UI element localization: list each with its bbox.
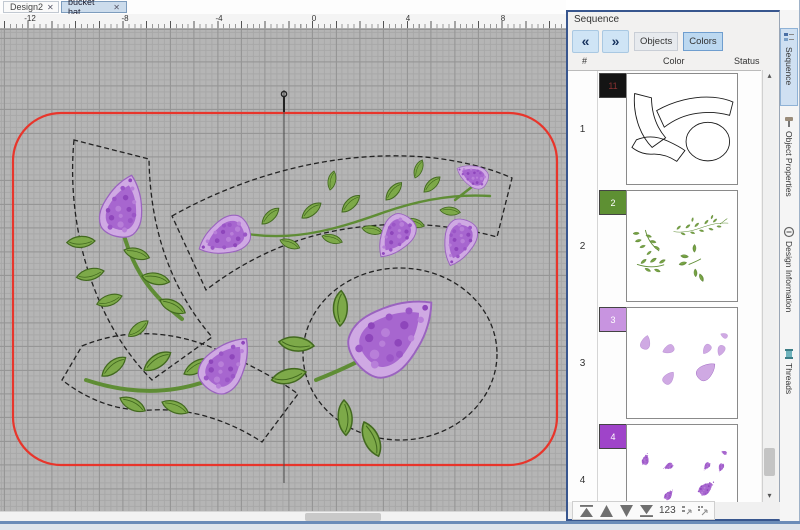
- docker-tab-object-properties[interactable]: Object Properties: [780, 112, 798, 216]
- color-chip[interactable]: 4: [599, 424, 627, 449]
- resequence-by-number-button[interactable]: 123: [659, 505, 676, 516]
- sequence-footer-toolbar: 123: [568, 501, 782, 520]
- column-number: #: [582, 56, 588, 66]
- sequence-row-4[interactable]: 4 4: [568, 422, 761, 503]
- sequence-toolbar: « » Objects Colors: [572, 29, 723, 53]
- move-to-end-button[interactable]: [639, 504, 654, 517]
- threads-icon: [785, 349, 793, 359]
- application-window: Design2 ✕ bucket hat ✕ -12 -8 -4 0 4 8 S…: [0, 0, 800, 530]
- view-toggle-colors[interactable]: Colors: [683, 31, 723, 51]
- color-chip[interactable]: 2: [599, 190, 627, 215]
- ruler-label: -8: [121, 14, 129, 23]
- move-up-button[interactable]: [599, 504, 614, 517]
- sequence-row-3[interactable]: 3 3: [568, 305, 761, 423]
- resequence-by-selects-icon[interactable]: [681, 505, 692, 516]
- docker-tab-label: Sequence: [784, 47, 794, 86]
- docker-tab-threads[interactable]: Threads: [780, 344, 798, 408]
- row-thumbnail[interactable]: [626, 424, 738, 503]
- docker-tab-label: Threads: [784, 363, 794, 395]
- scroll-down-icon[interactable]: ▾: [763, 490, 776, 502]
- sequence-row-2[interactable]: 2 2: [568, 188, 761, 306]
- design-canvas[interactable]: [0, 28, 566, 511]
- move-down-button[interactable]: [619, 504, 634, 517]
- scrollbar-thumb[interactable]: [764, 448, 775, 476]
- ruler-label: -12: [24, 14, 36, 23]
- panel-title: Sequence: [574, 14, 620, 25]
- tab-design2[interactable]: Design2 ✕: [3, 1, 59, 13]
- row-number: 3: [568, 305, 598, 422]
- row-thumbnail[interactable]: [626, 73, 738, 185]
- ruler-label: 4: [405, 14, 411, 23]
- ruler-label: 8: [500, 14, 506, 23]
- design-information-icon: [783, 226, 795, 238]
- column-color: Color: [663, 56, 685, 66]
- ruler-label: 0: [311, 14, 317, 23]
- row-thumbnail[interactable]: [626, 307, 738, 419]
- sequence-panel: Sequence « » Objects Colors # Color Stat…: [566, 10, 782, 521]
- color-chip[interactable]: 3: [599, 307, 627, 332]
- resequence-by-color-icon[interactable]: [697, 505, 708, 516]
- object-properties-icon: [785, 117, 793, 127]
- sequence-column-headers: # Color Status: [568, 56, 779, 69]
- column-status: Status: [734, 56, 760, 66]
- color-chip[interactable]: 11: [599, 73, 627, 98]
- sequence-row-1[interactable]: 1 11: [568, 71, 761, 189]
- sequence-list: 1 11 2 2 3 3 4 4: [568, 70, 761, 503]
- row-number: 4: [568, 422, 598, 503]
- tab-design2-label: Design2: [10, 2, 44, 12]
- close-icon[interactable]: ✕: [47, 3, 54, 12]
- ruler-label: -4: [215, 14, 223, 23]
- document-tabbar: Design2 ✕ bucket hat ✕: [0, 0, 566, 17]
- previous-color-button[interactable]: «: [572, 29, 599, 53]
- row-number: 1: [568, 71, 598, 188]
- docker-tab-label: Object Properties: [784, 131, 794, 197]
- row-thumbnail[interactable]: [626, 190, 738, 302]
- sequence-scrollbar[interactable]: ▴ ▾: [762, 70, 776, 502]
- docker-tab-strip: Sequence Object Properties Design Inform…: [780, 10, 799, 521]
- resequence-buttons: 123: [572, 501, 715, 520]
- close-icon[interactable]: ✕: [113, 3, 120, 12]
- docker-tab-sequence[interactable]: Sequence: [780, 28, 798, 106]
- horizontal-ruler: -12 -8 -4 0 4 8: [0, 14, 566, 29]
- window-bottom-edge: [0, 521, 800, 530]
- docker-tab-label: Design Information: [784, 241, 794, 313]
- scroll-up-icon[interactable]: ▴: [763, 70, 776, 82]
- view-toggle-objects[interactable]: Objects: [634, 31, 679, 51]
- tab-bucket-hat[interactable]: bucket hat ✕: [61, 0, 127, 17]
- sequence-icon: [784, 33, 794, 41]
- docker-tab-design-information[interactable]: Design Information: [780, 222, 798, 338]
- embroidery-design: [11, 90, 559, 483]
- row-number: 2: [568, 188, 598, 305]
- move-to-start-button[interactable]: [579, 504, 594, 517]
- next-color-button[interactable]: »: [602, 29, 629, 53]
- scrollbar-thumb[interactable]: [305, 513, 381, 521]
